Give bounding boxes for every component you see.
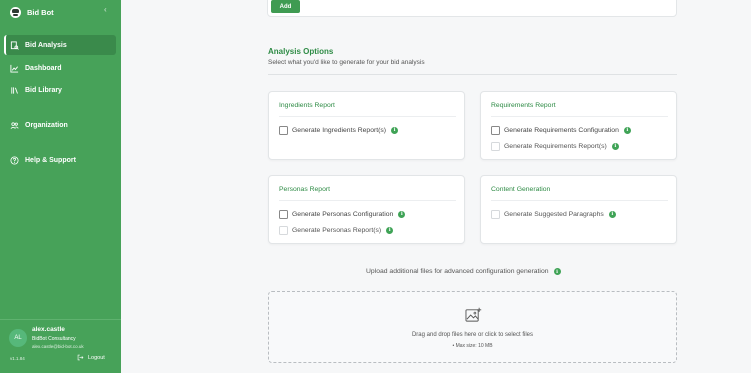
checkbox[interactable] — [491, 125, 500, 135]
card-content-generation: Content Generation Generate Suggested Pa… — [480, 175, 677, 244]
section-subtitle: Select what you'd like to generate for y… — [268, 59, 425, 66]
option-generate-ingredients-report[interactable]: Generate Ingredients Report(s) i — [279, 125, 399, 135]
add-button[interactable]: Add — [271, 0, 300, 13]
library-icon — [10, 86, 19, 95]
user-org: BidBot Consultancy — [32, 336, 76, 342]
help-circle-icon — [10, 155, 19, 165]
previous-section-card — [267, 0, 677, 17]
card-title: Content Generation — [491, 186, 551, 193]
logout-button[interactable]: Logout — [77, 354, 105, 361]
divider — [491, 116, 668, 117]
option-label: Generate Ingredients Report(s) — [292, 126, 387, 134]
divider — [268, 74, 677, 75]
option-label: Generate Personas Configuration — [292, 210, 394, 218]
sidebar: Bid Bot ‹ Bid Analysis Dashboard Bid Lib… — [0, 0, 121, 373]
card-ingredients-report: Ingredients Report Generate Ingredients … — [268, 91, 465, 160]
sidebar-item-dashboard[interactable]: Dashboard — [4, 58, 116, 78]
option-generate-requirements-configuration[interactable]: Generate Requirements Configuration i — [491, 125, 631, 135]
avatar[interactable]: AL — [9, 329, 27, 347]
card-title: Requirements Report — [491, 102, 556, 109]
user-email: alex.castle@bid-bot.co.uk — [32, 344, 84, 349]
card-requirements-report: Requirements Report Generate Requirement… — [480, 91, 677, 160]
app-version: v1.1.84 — [10, 356, 25, 361]
sidebar-item-organization[interactable]: Organization — [4, 115, 116, 135]
card-personas-report: Personas Report Generate Personas Config… — [268, 175, 465, 244]
card-title: Personas Report — [279, 186, 331, 193]
checkbox[interactable] — [279, 209, 288, 219]
checkbox[interactable] — [279, 125, 288, 135]
collapse-sidebar-icon[interactable]: ‹ — [104, 5, 107, 14]
sidebar-item-label: Bid Analysis — [25, 41, 67, 49]
option-generate-personas-configuration[interactable]: Generate Personas Configuration i — [279, 209, 406, 219]
option-generate-personas-report[interactable]: Generate Personas Report(s) i — [279, 225, 394, 235]
main-content: Add Analysis Options Select what you'd l… — [121, 0, 751, 373]
upload-label-text: Upload additional files for advanced con… — [366, 268, 549, 275]
user-panel: AL alex.castle BidBot Consultancy alex.c… — [0, 319, 121, 373]
sidebar-item-label: Organization — [25, 121, 68, 129]
people-icon — [10, 121, 19, 130]
section-title: Analysis Options — [268, 47, 334, 56]
dropzone-max-size: • Max size: 10 MB — [452, 343, 493, 349]
info-icon[interactable]: i — [623, 126, 631, 134]
info-icon[interactable]: i — [553, 268, 561, 275]
sidebar-item-label: Bid Library — [25, 86, 62, 94]
image-upload-icon — [465, 307, 482, 322]
info-icon[interactable]: i — [608, 210, 616, 218]
dropzone-text: Drag and drop files here or click to sel… — [411, 332, 534, 338]
sidebar-item-help-support[interactable]: Help & Support — [4, 150, 116, 170]
sidebar-item-label: Dashboard — [25, 64, 62, 72]
divider — [279, 116, 456, 117]
info-icon[interactable]: i — [611, 142, 619, 150]
card-title: Ingredients Report — [279, 102, 335, 109]
option-label: Generate Suggested Paragraphs — [504, 210, 604, 218]
info-icon[interactable]: i — [391, 126, 399, 134]
checkbox[interactable] — [491, 141, 500, 151]
file-dropzone[interactable]: Drag and drop files here or click to sel… — [268, 291, 677, 363]
divider — [491, 200, 668, 201]
sidebar-item-label: Help & Support — [25, 156, 76, 164]
user-name: alex.castle — [32, 326, 65, 333]
logout-label: Logout — [88, 354, 105, 361]
logout-icon — [77, 354, 84, 361]
sidebar-item-bid-analysis[interactable]: Bid Analysis — [4, 35, 116, 55]
app-name: Bid Bot — [27, 7, 54, 17]
option-generate-suggested-paragraphs[interactable]: Generate Suggested Paragraphs i — [491, 209, 616, 219]
option-label: Generate Requirements Report(s) — [504, 142, 607, 150]
brand[interactable]: Bid Bot — [10, 5, 54, 19]
upload-label: Upload additional files for advanced con… — [366, 268, 561, 275]
checkbox[interactable] — [279, 225, 288, 235]
document-search-icon — [10, 40, 19, 50]
info-icon[interactable]: i — [386, 226, 394, 234]
option-generate-requirements-report[interactable]: Generate Requirements Report(s) i — [491, 141, 619, 151]
checkbox[interactable] — [491, 209, 500, 219]
sidebar-item-bid-library[interactable]: Bid Library — [4, 80, 116, 100]
divider — [279, 200, 456, 201]
option-label: Generate Personas Report(s) — [292, 226, 382, 234]
option-label: Generate Requirements Configuration — [504, 126, 619, 134]
chart-line-icon — [10, 64, 19, 73]
info-icon[interactable]: i — [398, 210, 406, 218]
bot-logo-icon — [10, 6, 21, 18]
